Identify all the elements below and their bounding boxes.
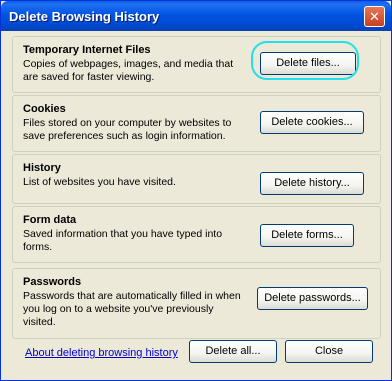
delete-files-button[interactable]: Delete files... [260,52,356,75]
delete-all-button[interactable]: Delete all... [189,340,277,363]
close-button[interactable]: Close [285,340,373,363]
section-title: Passwords [23,276,82,288]
section-description: List of websites you have visited. [23,176,176,188]
section-temporary-internet-files: Temporary Internet Files Copies of webpa… [12,36,381,93]
section-description: Passwords that are automatically filled … [23,290,241,328]
section-title: History [23,162,61,174]
title-bar[interactable]: Delete Browsing History ✕ [1,1,391,31]
delete-cookies-button[interactable]: Delete cookies... [260,111,364,134]
delete-passwords-button[interactable]: Delete passwords... [257,287,368,310]
section-cookies: Cookies Files stored on your computer by… [12,95,381,152]
section-history: History List of websites you have visite… [12,154,381,204]
section-description: Files stored on your computer by website… [23,117,232,142]
section-title: Temporary Internet Files [23,44,151,56]
section-title: Cookies [23,103,66,115]
delete-history-button[interactable]: Delete history... [260,172,364,195]
delete-forms-button[interactable]: Delete forms... [260,224,354,247]
section-passwords: Passwords Passwords that are automatical… [12,268,381,339]
section-description: Copies of webpages, images, and media th… [23,58,234,83]
section-form-data: Form data Saved information that you hav… [12,206,381,263]
about-deleting-history-link[interactable]: About deleting browsing history [25,347,178,359]
close-window-button[interactable]: ✕ [364,6,385,27]
delete-browsing-history-dialog: Delete Browsing History ✕ Temporary Inte… [0,0,392,381]
window-title: Delete Browsing History [9,9,160,24]
dialog-body: Temporary Internet Files Copies of webpa… [1,31,391,380]
section-title: Form data [23,214,77,226]
section-description: Saved information that you have typed in… [23,228,223,253]
